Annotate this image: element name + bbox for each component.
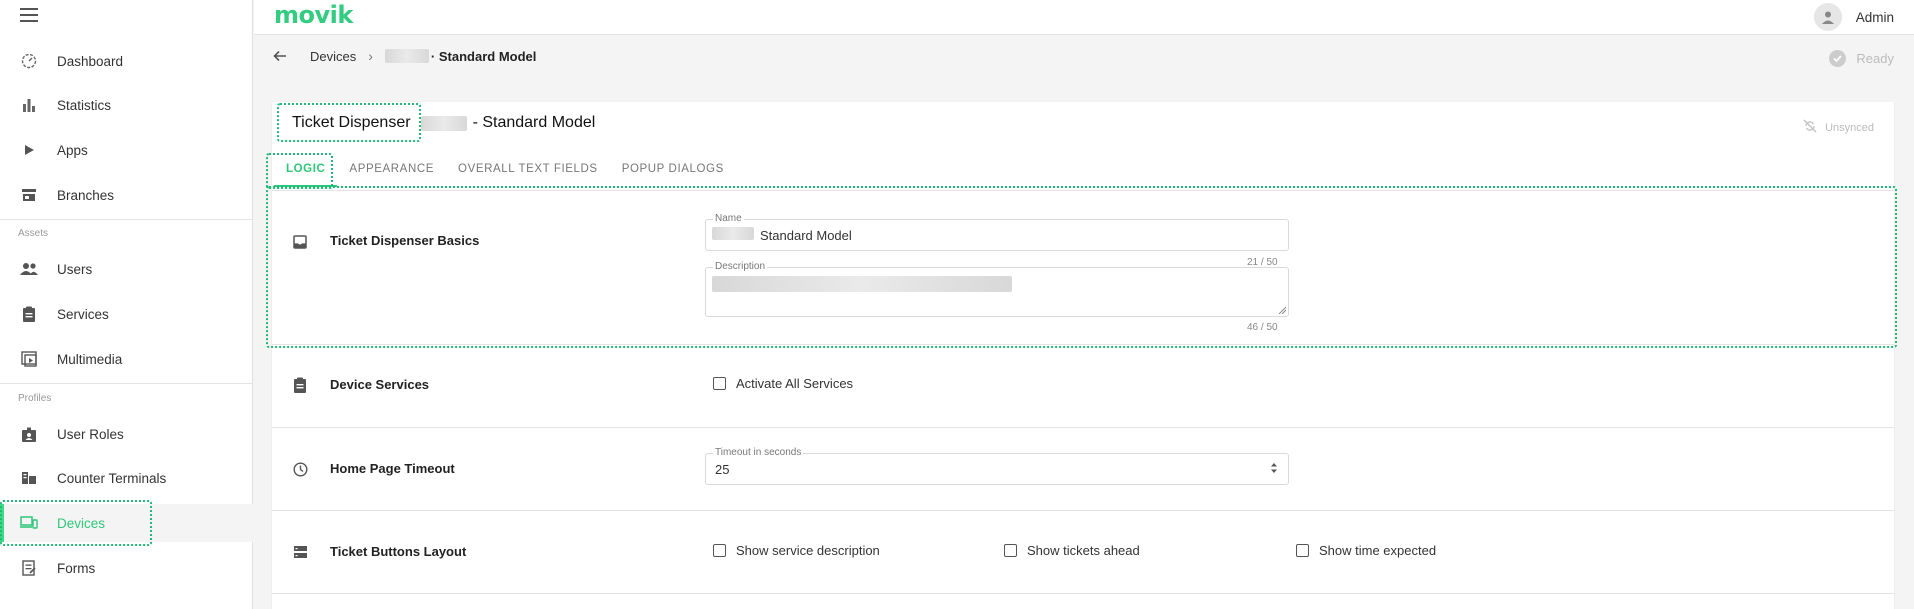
section-home-page-timeout: Home Page Timeout Timeout in seconds 25	[272, 427, 1894, 510]
sidebar-item-label: Users	[57, 261, 93, 277]
sidebar-item-label: Statistics	[57, 97, 112, 113]
back-arrow-icon[interactable]	[272, 48, 288, 64]
description-field[interactable]: Description	[705, 261, 1289, 317]
redacted-text	[384, 49, 429, 63]
timeout-stepper[interactable]: Timeout in seconds 25	[705, 447, 1289, 485]
timeout-label: Timeout in seconds	[713, 447, 804, 458]
tab-overall-text-fields[interactable]: OVERALL TEXT FIELDS	[446, 157, 610, 187]
media-icon	[20, 350, 38, 368]
user-name: Admin	[1855, 9, 1894, 25]
tab-bar: LOGIC APPEARANCE OVERALL TEXT FIELDS POP…	[272, 157, 736, 187]
sidebar-item-label: Apps	[57, 142, 88, 158]
sidebar-item-label: Dashboard	[57, 53, 124, 69]
ready-label: Ready	[1856, 51, 1894, 66]
section-title: Home Page Timeout	[330, 461, 455, 476]
devices-icon	[20, 514, 38, 532]
badge-icon	[20, 425, 38, 443]
device-title-rest: - Standard Model	[472, 114, 596, 131]
description-label: Description	[713, 261, 768, 272]
sidebar-item-apps[interactable]: Apps	[0, 131, 253, 169]
sidebar-item-devices[interactable]: Devices	[0, 504, 253, 542]
clock-icon	[292, 461, 308, 477]
checkbox-box[interactable]	[1296, 544, 1309, 557]
check-circle-icon	[1829, 50, 1847, 67]
name-value: Standard Model	[760, 228, 852, 243]
show-service-description-checkbox[interactable]: Show service description	[713, 543, 880, 558]
user-menu[interactable]: Admin	[1813, 3, 1894, 31]
sidebar-item-label: Forms	[57, 560, 96, 576]
sidebar-item-label: Multimedia	[57, 351, 123, 367]
play-icon	[20, 141, 38, 159]
ready-status: Ready	[1829, 50, 1894, 67]
sidebar-item-forms[interactable]: Forms	[0, 549, 253, 587]
bar-chart-icon	[20, 96, 38, 114]
sidebar: Dashboard Statistics Apps Branches Asset…	[0, 0, 253, 609]
name-field[interactable]: Name Standard Model	[705, 213, 1289, 251]
device-editor-card: Ticket Dispenser - Standard Model Unsync…	[266, 102, 1897, 609]
desk-icon	[20, 469, 38, 487]
tab-logic[interactable]: LOGIC	[274, 157, 338, 187]
sidebar-divider	[0, 219, 253, 220]
tab-appearance[interactable]: APPEARANCE	[337, 157, 446, 187]
sidebar-item-counter-terminals[interactable]: Counter Terminals	[0, 459, 253, 497]
clipboard-icon	[20, 305, 38, 323]
timeout-value: 25	[715, 462, 730, 477]
sidebar-item-dashboard[interactable]: Dashboard	[0, 42, 253, 80]
form-icon	[20, 559, 38, 577]
sidebar-item-label: User Roles	[57, 426, 124, 442]
checkbox-box[interactable]	[713, 544, 726, 557]
dashboard-icon	[20, 52, 38, 70]
checkbox-box[interactable]	[1004, 544, 1017, 557]
sidebar-section-profiles: Profiles	[18, 393, 52, 404]
show-time-expected-checkbox[interactable]: Show time expected	[1296, 543, 1436, 558]
sidebar-item-label: Branches	[57, 187, 115, 203]
chevron-right-icon: ›	[368, 48, 373, 64]
sidebar-item-label: Counter Terminals	[57, 470, 167, 486]
sync-status: Unsynced	[1803, 119, 1874, 136]
sidebar-item-multimedia[interactable]: Multimedia	[0, 340, 253, 378]
tab-popup-dialogs[interactable]: POPUP DIALOGS	[610, 157, 736, 187]
activate-all-services-checkbox[interactable]: Activate All Services	[713, 376, 853, 391]
sidebar-item-user-roles[interactable]: User Roles	[0, 415, 253, 453]
section-next	[272, 593, 1894, 609]
breadcrumb: Devices › · Standard Model	[272, 48, 536, 64]
sidebar-item-users[interactable]: Users	[0, 250, 253, 288]
show-tickets-ahead-checkbox[interactable]: Show tickets ahead	[1004, 543, 1140, 558]
redacted-text	[712, 276, 1012, 292]
breadcrumb-devices[interactable]: Devices	[310, 49, 356, 64]
section-ticket-buttons-layout: Ticket Buttons Layout Show service descr…	[272, 510, 1894, 593]
breadcrumb-current: · Standard Model	[384, 49, 536, 64]
description-char-counter: 46 / 50	[1247, 322, 1278, 333]
name-label: Name	[713, 213, 744, 224]
hamburger-menu-icon[interactable]	[20, 8, 38, 22]
page-title: Ticket Dispenser - Standard Model	[292, 114, 595, 132]
sidebar-item-services[interactable]: Services	[0, 295, 253, 333]
redacted-text	[712, 227, 754, 240]
sync-off-icon	[1803, 119, 1817, 136]
top-bar: movik Admin	[254, 0, 1914, 35]
sidebar-section-assets: Assets	[18, 228, 49, 239]
redacted-text	[420, 115, 467, 131]
sidebar-item-label: Services	[57, 306, 109, 322]
inbox-icon	[292, 234, 308, 250]
device-type-title[interactable]: Ticket Dispenser	[292, 114, 411, 132]
avatar[interactable]	[1813, 3, 1842, 31]
stepper-arrows-icon[interactable]	[1270, 461, 1278, 478]
section-title: Ticket Dispenser Basics	[330, 233, 480, 248]
people-icon	[20, 260, 38, 278]
section-basics: Ticket Dispenser Basics Name Standard Mo…	[272, 190, 1894, 344]
checkbox-box[interactable]	[713, 377, 726, 390]
sidebar-item-statistics[interactable]: Statistics	[0, 86, 253, 124]
sidebar-item-branches[interactable]: Branches	[0, 176, 253, 214]
clipboard-icon	[292, 377, 308, 393]
sidebar-item-label: Devices	[57, 515, 106, 531]
section-device-services: Device Services Activate All Services	[272, 344, 1894, 427]
layout-rows-icon	[292, 544, 308, 560]
section-title: Device Services	[330, 377, 430, 392]
sidebar-divider	[0, 383, 253, 384]
section-title: Ticket Buttons Layout	[330, 544, 467, 559]
resize-handle-icon[interactable]	[1278, 306, 1286, 314]
store-icon	[20, 186, 38, 204]
brand-logo[interactable]: movik	[274, 1, 353, 29]
